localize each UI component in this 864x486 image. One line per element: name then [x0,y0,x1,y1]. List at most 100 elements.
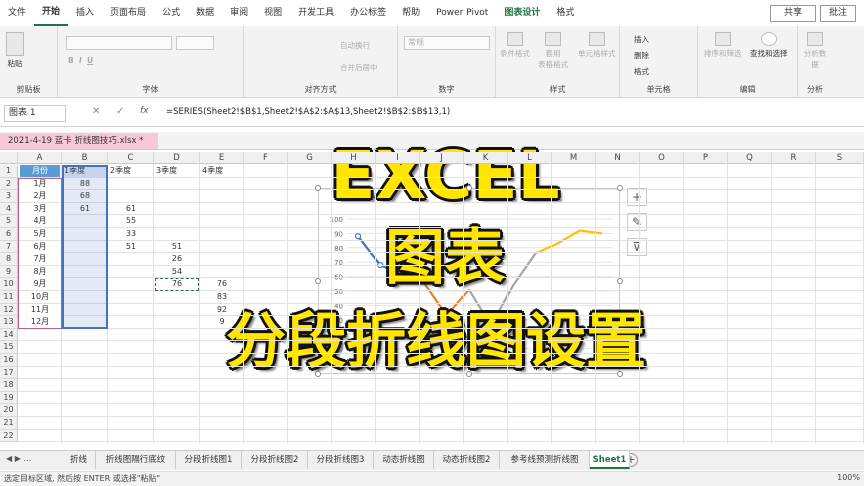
resize-handle[interactable] [617,185,623,191]
q4-cell[interactable]: 76 [202,278,242,290]
sheet-tab[interactable]: 动态折线图 [374,451,434,469]
column-header[interactable]: R [772,152,816,164]
resize-handle[interactable] [466,371,472,377]
q3-cell[interactable]: 54 [156,266,198,278]
row-header[interactable]: 8 [0,253,18,266]
ribbon-tab[interactable]: 视图 [256,0,290,26]
sheet-tab[interactable]: 分段折线图2 [242,451,308,469]
sheet-tab[interactable]: 动态折线图2 [434,451,500,469]
ribbon-tab[interactable]: 页面布局 [102,0,154,26]
column-header[interactable]: P [684,152,728,164]
q4-cell[interactable]: 92 [202,304,242,316]
column-header[interactable]: K [464,152,508,164]
cell-styles-button[interactable]: 单元格样式 [578,32,616,59]
bold-icon[interactable]: B I U [68,56,93,65]
row-header[interactable]: 21 [0,417,18,430]
row-header[interactable]: 10 [0,278,18,291]
row-header[interactable]: 18 [0,379,18,392]
row-header[interactable]: 6 [0,228,18,241]
formula-input[interactable]: =SERIES(Sheet2!$B$1,Sheet2!$A$2:$A$13,Sh… [166,107,450,117]
column-header[interactable]: H [332,152,376,164]
ribbon-tab[interactable]: 文件 [0,0,34,26]
column-header[interactable]: I [376,152,420,164]
function-icon[interactable]: fx [140,106,149,116]
q2-cell[interactable]: 61 [110,203,152,215]
column-header[interactable]: B [62,152,108,164]
column-header[interactable]: J [420,152,464,164]
chart-filter-icon[interactable]: ⊽ [627,238,647,256]
name-box[interactable]: 图表 1 [4,105,66,122]
row-header[interactable]: 9 [0,265,18,279]
comment-button[interactable]: 批注 [820,5,856,22]
analyze-data-button[interactable]: 分析数据 [802,32,828,70]
q2-cell[interactable]: 33 [110,228,152,240]
sheet-tab[interactable]: 折线图隔行底纹 [96,451,176,469]
column-header[interactable]: D [154,152,200,164]
q2-cell[interactable]: 55 [110,215,152,227]
resize-handle[interactable] [617,278,623,284]
sheet-tab[interactable]: Sheet1 [590,451,630,469]
sheet-tab[interactable]: 折线 [62,451,96,469]
row-header[interactable]: 22 [0,429,18,443]
resize-handle[interactable] [466,185,472,191]
column-header[interactable]: N [596,152,640,164]
ribbon-tab[interactable]: 帮助 [394,0,428,26]
sort-filter-button[interactable]: 排序和筛选 [704,32,742,59]
row-header[interactable]: 20 [0,404,18,417]
column-header[interactable]: G [288,152,332,164]
file-tab[interactable]: 2021-4-19 蓝卡 折线图技巧.xlsx * [0,133,158,149]
select-all-corner[interactable] [0,152,18,164]
sheet-tab[interactable]: 参考线预测折线图 [500,451,590,469]
q3-cell[interactable]: 26 [156,253,198,265]
header-cell[interactable]: 3季度 [156,165,198,177]
ribbon-tab[interactable]: Power Pivot [428,0,496,26]
q4-cell[interactable]: 9 [202,316,242,328]
resize-handle[interactable] [617,371,623,377]
q2-cell[interactable]: 51 [110,241,152,253]
row-header[interactable]: 7 [0,240,18,254]
header-cell[interactable]: 月份 [20,165,60,177]
format-as-table-button[interactable]: 套用 表格格式 [538,32,568,70]
cancel-icon[interactable]: ✕ [92,106,100,117]
column-header[interactable]: Q [728,152,772,164]
row-header[interactable]: 5 [0,215,18,228]
confirm-icon[interactable]: ✓ [116,106,124,117]
row-header[interactable]: 11 [0,291,18,304]
q3-cell[interactable]: 51 [156,241,198,253]
resize-handle[interactable] [315,185,321,191]
sheet-nav-icon[interactable]: ◀ ▶ … [6,454,31,463]
row-header[interactable]: 13 [0,316,18,329]
wrap-text-button[interactable]: 自动换行 [340,40,370,51]
row-header[interactable]: 17 [0,366,18,380]
row-header[interactable]: 4 [0,202,18,216]
ribbon-tab[interactable]: 公式 [154,0,188,26]
row-header[interactable]: 15 [0,341,18,354]
zoom-level[interactable]: 100% [837,473,860,482]
column-header[interactable]: A [18,152,62,164]
share-button[interactable]: 共享 [770,5,816,22]
find-select-button[interactable]: 查找和选择 [750,32,788,59]
row-header[interactable]: 12 [0,303,18,317]
resize-handle[interactable] [315,278,321,284]
delete-cells-button[interactable]: 删除 [634,50,649,61]
header-cell[interactable]: 2季度 [110,165,152,177]
column-header[interactable]: F [244,152,288,164]
row-header[interactable]: 1 [0,165,18,178]
sheet-tab[interactable]: 分段折线图3 [308,451,374,469]
header-cell[interactable]: 4季度 [202,165,242,177]
font-name-combo[interactable] [66,36,172,50]
ribbon-tab[interactable]: 开发工具 [290,0,342,26]
conditional-format-button[interactable]: 条件格式 [500,32,530,59]
column-header[interactable]: E [200,152,244,164]
row-header[interactable]: 14 [0,328,18,342]
row-header[interactable]: 2 [0,177,18,191]
column-header[interactable]: M [552,152,596,164]
number-format-combo[interactable]: 常规 [404,36,490,50]
ribbon-tab[interactable]: 图表设计 [496,0,548,26]
column-header[interactable]: O [640,152,684,164]
ribbon-tab[interactable]: 格式 [548,0,582,26]
paste-button[interactable]: 粘贴 [6,32,24,69]
column-header[interactable]: C [108,152,154,164]
font-size-combo[interactable] [176,36,214,50]
ribbon-tab[interactable]: 审阅 [222,0,256,26]
